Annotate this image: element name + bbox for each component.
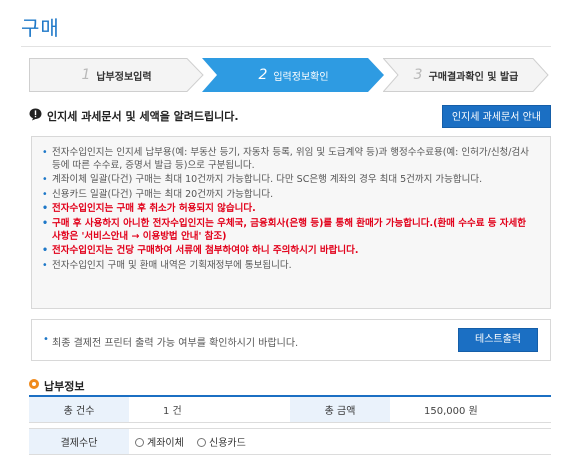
- step-3: 3 구매결과확인 및 발급: [383, 58, 549, 92]
- total-amount-label: 총 금액: [290, 396, 390, 423]
- step-2-number: 2: [258, 67, 268, 83]
- info-item: 전자수입인지는 인지세 납부용(예: 부동산 등기, 자동차 등록, 위임 및 …: [42, 147, 538, 172]
- total-count-label: 총 건수: [29, 396, 129, 423]
- info-item: 계좌이체 일괄(다건) 구매는 최대 10건까지 가능합니다. 다만 SC은행 …: [42, 174, 538, 187]
- credit-card-label[interactable]: 신용카드: [209, 438, 246, 449]
- step-1-number: 1: [81, 67, 91, 83]
- payment-info-title: 납부정보: [44, 380, 85, 393]
- info-item-warning: 구매 후 사용하지 아니한 전자수입인지는 우체국, 금융회사(은행 등)를 통…: [42, 218, 538, 243]
- step-3-number: 3: [413, 67, 423, 83]
- exclamation-bubble-icon: [29, 108, 42, 121]
- tax-notice-row: 인지세 과세문서 및 세액을 알려드립니다. 인지세 과세문서 안내: [29, 105, 551, 129]
- tax-notice-text: 인지세 과세문서 및 세액을 알려드립니다.: [47, 110, 239, 123]
- payment-method-options: 계좌이체 신용카드: [129, 428, 551, 455]
- step-1-label: 납부정보입력: [96, 71, 152, 83]
- payment-method-label: 결제수단: [29, 428, 129, 455]
- account-transfer-label[interactable]: 계좌이체: [147, 438, 184, 449]
- table-row: 결제수단 계좌이체 신용카드: [29, 428, 551, 455]
- step-indicator: 1 납부정보입력 2 입력정보확인 3 구매결과확인 및 발급: [29, 58, 549, 92]
- page-title: 구매: [21, 16, 60, 40]
- step-1: 1 납부정보입력: [29, 58, 204, 92]
- print-check-box: 최종 결제전 프린터 출력 가능 여부를 확인하시기 바랍니다. 테스트출력: [31, 319, 551, 361]
- radio-credit-card[interactable]: [197, 437, 206, 447]
- print-check-text: 최종 결제전 프린터 출력 가능 여부를 확인하시기 바랍니다.: [43, 334, 298, 349]
- payment-info-table: 총 건수 1 건 총 금액 150,000 원 결제수단 계좌이체 신용카드: [29, 395, 551, 455]
- ring-bullet-icon: [29, 379, 39, 389]
- purchase-info-box: 전자수입인지는 인지세 납부용(예: 부동산 등기, 자동차 등록, 위임 및 …: [31, 136, 551, 309]
- test-print-button[interactable]: 테스트출력: [458, 328, 538, 352]
- info-item-warning: 전자수입인지는 건당 구매하여 서류에 첨부하여야 하니 주의하시기 바랍니다.: [42, 245, 538, 258]
- tax-document-guide-button[interactable]: 인지세 과세문서 안내: [441, 105, 551, 128]
- step-3-label: 구매결과확인 및 발급: [428, 71, 519, 83]
- radio-account-transfer[interactable]: [135, 437, 144, 447]
- step-2: 2 입력정보확인: [202, 58, 385, 92]
- total-amount-value: 150,000 원: [390, 396, 551, 423]
- title-divider: [21, 46, 551, 47]
- total-count-value: 1 건: [129, 396, 290, 423]
- info-item: 신용카드 일괄(다건) 구매는 최대 20건까지 가능합니다.: [42, 189, 538, 202]
- purchase-info-list: 전자수입인지는 인지세 납부용(예: 부동산 등기, 자동차 등록, 위임 및 …: [42, 147, 538, 272]
- info-item: 전자수입인지 구매 및 환매 내역은 기획재정부에 통보됩니다.: [42, 260, 538, 273]
- table-row: 총 건수 1 건 총 금액 150,000 원: [29, 396, 551, 423]
- step-2-label: 입력정보확인: [273, 71, 329, 83]
- payment-info-heading: 납부정보: [29, 378, 84, 394]
- info-item-warning: 전자수입인지는 구매 후 취소가 허용되지 않습니다.: [42, 203, 538, 216]
